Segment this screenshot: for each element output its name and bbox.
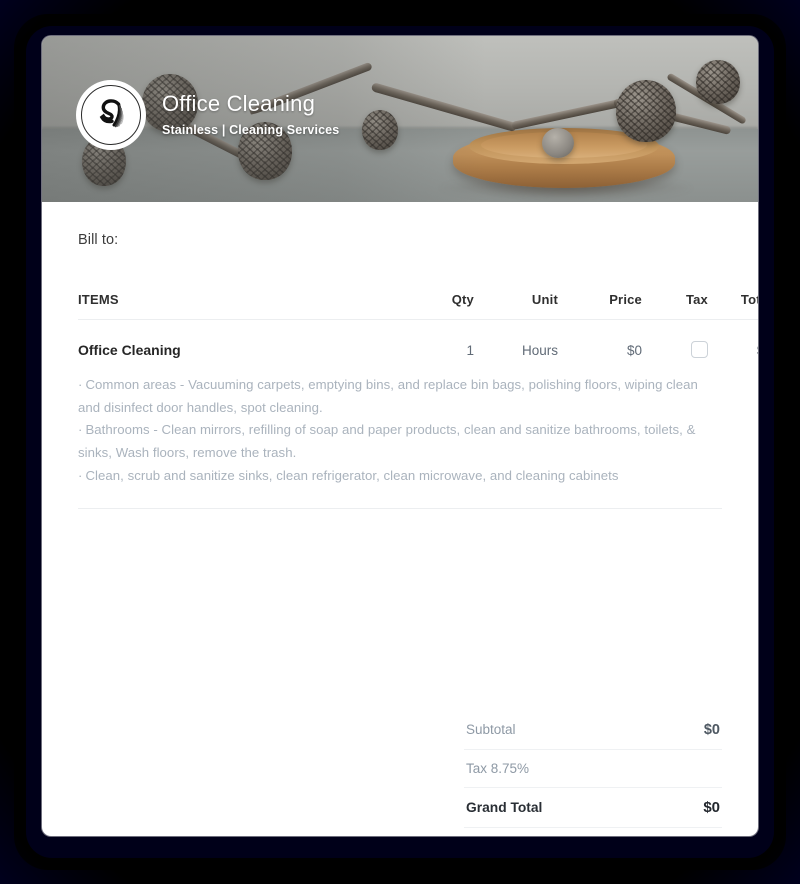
column-header-tax: Tax bbox=[685, 292, 708, 307]
table-row[interactable]: Office Cleaning 1 Hours $0 $0 bbox=[78, 320, 758, 360]
item-qty-cell[interactable]: 1 bbox=[408, 320, 474, 360]
swan-s-monogram-icon bbox=[76, 80, 146, 150]
column-header-qty: Qty bbox=[451, 292, 474, 307]
unchecked-checkbox-icon[interactable] bbox=[691, 341, 708, 359]
tax-row: Tax 8.75% bbox=[464, 750, 722, 788]
invoice-body: Bill to: ITEMS Qty Unit Price Tax Total … bbox=[42, 232, 758, 836]
invoice-card: Office Cleaning Stainless | Cleaning Ser… bbox=[42, 36, 758, 836]
items-divider bbox=[78, 507, 722, 509]
grand-total-row: Grand Total $0 bbox=[464, 788, 722, 828]
item-price-cell[interactable]: $0 bbox=[558, 320, 642, 360]
grand-total-value: $0 bbox=[703, 799, 720, 816]
table-header-row: ITEMS Qty Unit Price Tax Total bbox=[78, 292, 758, 320]
bullet-dot-icon: · bbox=[78, 377, 83, 392]
column-header-items: ITEMS bbox=[78, 292, 119, 307]
column-header-price: Price bbox=[609, 292, 642, 307]
pinecone-icon bbox=[616, 80, 676, 142]
subtotal-value: $0 bbox=[703, 722, 720, 738]
description-bullet: · Clean, scrub and sanitize sinks, clean … bbox=[78, 465, 722, 488]
description-bullet: · Common areas - Vacuuming carpets, empty… bbox=[78, 374, 722, 419]
brand-subtitle: Stainless | Cleaning Services bbox=[162, 123, 340, 138]
tax-label: Tax 8.75% bbox=[466, 761, 530, 776]
pinecone-icon bbox=[696, 60, 740, 104]
description-bullet-text: Clean, scrub and sanitize sinks, clean r… bbox=[85, 467, 619, 483]
description-bullet-text: Bathrooms - Clean mirrors, refilling of … bbox=[78, 422, 696, 461]
description-bullet-text: Common areas - Vacuuming carpets, emptyi… bbox=[78, 377, 698, 415]
brand-text: Office Cleaning Stainless | Cleaning Ser… bbox=[162, 91, 339, 139]
subtotal-row: Subtotal $0 bbox=[464, 711, 722, 750]
totals-block: Subtotal $0 Tax 8.75% Grand Total $0 bbox=[464, 711, 722, 828]
brand-block: Office Cleaning Stainless | Cleaning Ser… bbox=[76, 80, 339, 150]
bill-to-label: Bill to: bbox=[78, 232, 119, 248]
subtotal-label: Subtotal bbox=[466, 722, 516, 737]
description-bullet: · Bathrooms - Clean mirrors, refilling of… bbox=[78, 419, 722, 464]
item-unit-cell[interactable]: Hours bbox=[474, 320, 558, 360]
items-table-body: Office Cleaning 1 Hours $0 $0 bbox=[78, 320, 758, 360]
grand-total-label: Grand Total bbox=[466, 800, 543, 815]
header-banner-photo: Office Cleaning Stainless | Cleaning Ser… bbox=[42, 36, 758, 202]
item-name-cell[interactable]: Office Cleaning bbox=[78, 320, 408, 360]
column-header-unit: Unit bbox=[531, 292, 558, 307]
bullet-dot-icon: · bbox=[78, 467, 83, 483]
items-table: ITEMS Qty Unit Price Tax Total Office Cl… bbox=[78, 292, 758, 359]
pinecone-icon bbox=[542, 128, 574, 158]
bullet-dot-icon: · bbox=[78, 422, 83, 438]
item-total-cell: $0 bbox=[708, 320, 758, 360]
item-tax-cell[interactable] bbox=[642, 320, 708, 360]
pinecone-icon bbox=[362, 110, 398, 150]
page-title: Office Cleaning bbox=[162, 90, 316, 116]
items-table-header: ITEMS Qty Unit Price Tax Total bbox=[78, 292, 758, 320]
item-description: · Common areas - Vacuuming carpets, empty… bbox=[78, 374, 722, 488]
column-header-total: Total bbox=[740, 292, 758, 307]
